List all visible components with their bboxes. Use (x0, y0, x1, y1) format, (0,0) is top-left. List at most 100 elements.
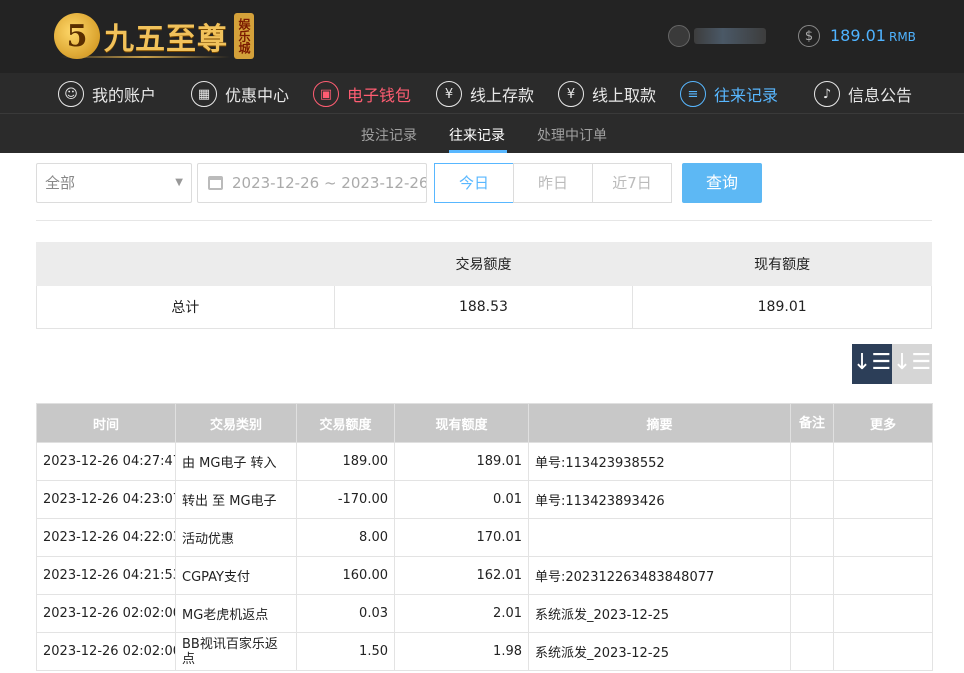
tab-bet-records[interactable]: 投注记录 (361, 125, 417, 145)
cell-remark (790, 442, 834, 481)
nav-item-promotions[interactable]: ▦ 优惠中心 (191, 80, 289, 108)
cell-type: MG老虎机返点 (175, 594, 297, 633)
nav-label: 信息公告 (848, 86, 913, 105)
records-icon: ≡ (680, 81, 706, 107)
calendar-icon (208, 176, 223, 190)
quick-7days-button[interactable]: 近7日 (592, 163, 672, 203)
summary-header-current: 现有额度 (632, 242, 932, 286)
summary-total-row: 总计 188.53 189.01 (36, 285, 932, 329)
nav-item-wallet[interactable]: ▣ 电子钱包 (313, 80, 411, 108)
user-icon: ☺ (58, 81, 84, 107)
cell-remark (790, 594, 834, 633)
header-type: 交易类别 (175, 403, 297, 443)
cell-more[interactable] (833, 480, 933, 519)
tab-pending-orders[interactable]: 处理中订单 (537, 125, 607, 145)
cell-balance: 170.01 (394, 518, 529, 557)
site-logo[interactable]: 5 九五至尊 娱乐城 (54, 10, 254, 62)
header-more: 更多 (833, 403, 933, 443)
nav-item-withdraw[interactable]: ¥ 线上取款 (558, 80, 656, 108)
nav-label: 线上取款 (592, 86, 657, 105)
main-nav: ☺ 我的账户 ▦ 优惠中心 ▣ 电子钱包 ¥ 线上存款 ¥ 线上取款 ≡ 往来记… (0, 73, 964, 114)
tab-transaction-records[interactable]: 往来记录 (449, 125, 505, 145)
cell-remark (790, 556, 834, 595)
cell-more[interactable] (833, 442, 933, 481)
cell-type: 转出 至 MG电子 (175, 480, 297, 519)
table-row: 2023-12-26 04:22:03 活动优惠 8.00 170.01 (36, 518, 933, 557)
nav-label: 我的账户 (92, 86, 157, 105)
cell-more[interactable] (833, 518, 933, 557)
query-button[interactable]: 查询 (682, 163, 762, 203)
cell-remark (790, 518, 834, 557)
table-row: 2023-12-26 02:02:00 BB视讯百家乐返点 1.50 1.98 … (36, 632, 933, 671)
cell-more[interactable] (833, 632, 933, 671)
bell-icon: ♪ (814, 81, 840, 107)
header-summary: 摘要 (528, 403, 791, 443)
table-row: 2023-12-26 04:27:47 由 MG电子 转入 189.00 189… (36, 442, 933, 481)
table-row: 2023-12-26 04:21:53 CGPAY支付 160.00 162.0… (36, 556, 933, 595)
cell-balance: 0.01 (394, 480, 529, 519)
sort-asc-button[interactable]: ↓☰ (892, 344, 932, 384)
avatar-icon (668, 25, 690, 47)
divider (36, 220, 932, 221)
cell-summary: 单号:113423893426 (528, 480, 791, 519)
logo-underline (60, 56, 230, 58)
cell-summary: 单号:113423938552 (528, 442, 791, 481)
deposit-icon: ¥ (436, 81, 462, 107)
top-header: 5 九五至尊 娱乐城 $ 189.01 RMB (0, 0, 964, 73)
cell-summary: 系统派发_2023-12-25 (528, 632, 791, 671)
active-tab-indicator (449, 150, 507, 153)
cell-amount: 0.03 (296, 594, 395, 633)
cell-balance: 162.01 (394, 556, 529, 595)
cell-time: 2023-12-26 04:21:53 (36, 556, 176, 595)
table-row: 2023-12-26 04:23:07 转出 至 MG电子 -170.00 0.… (36, 480, 933, 519)
user-area[interactable] (668, 24, 766, 48)
cell-amount: 160.00 (296, 556, 395, 595)
records-table: 时间 交易类别 交易额度 现有额度 摘要 备注 更多 2023-12-26 04… (36, 403, 933, 671)
cell-type: 由 MG电子 转入 (175, 442, 297, 481)
nav-item-deposit[interactable]: ¥ 线上存款 (436, 80, 534, 108)
quick-today-button[interactable]: 今日 (434, 163, 514, 203)
nav-item-records[interactable]: ≡ 往来记录 (680, 80, 778, 108)
sort-desc-button[interactable]: ↓☰ (852, 344, 892, 384)
cell-more[interactable] (833, 556, 933, 595)
type-select[interactable]: 全部 ▼ (36, 163, 192, 203)
summary-current-total: 189.01 (632, 285, 932, 329)
cell-time: 2023-12-26 02:02:00 (36, 594, 176, 633)
date-range-input[interactable]: 2023-12-26 ~ 2023-12-26 (197, 163, 427, 203)
summary-table: 交易额度 现有额度 总计 188.53 189.01 (36, 242, 932, 329)
cell-amount: 8.00 (296, 518, 395, 557)
cell-time: 2023-12-26 04:27:47 (36, 442, 176, 481)
caret-down-icon: ▼ (175, 177, 183, 188)
balance-display: 189.01 RMB (830, 26, 916, 45)
quick-yesterday-button[interactable]: 昨日 (513, 163, 593, 203)
summary-header-blank (36, 242, 335, 286)
username-masked (694, 28, 766, 44)
cell-remark (790, 632, 834, 671)
cell-time: 2023-12-26 02:02:00 (36, 632, 176, 671)
balance-value: 189.01 (830, 26, 886, 45)
header-time: 时间 (36, 403, 176, 443)
summary-header-row: 交易额度 现有额度 (36, 242, 932, 286)
table-row: 2023-12-26 02:02:00 MG老虎机返点 0.03 2.01 系统… (36, 594, 933, 633)
logo-text: 九五至尊 (104, 22, 228, 57)
header-balance: 现有额度 (394, 403, 529, 443)
cell-balance: 189.01 (394, 442, 529, 481)
sort-asc-icon: ↓☰ (892, 350, 932, 375)
nav-item-announcements[interactable]: ♪ 信息公告 (814, 80, 912, 108)
coin-icon: $ (798, 25, 820, 47)
nav-label: 往来记录 (714, 86, 779, 105)
cell-summary: 系统派发_2023-12-25 (528, 594, 791, 633)
cell-more[interactable] (833, 594, 933, 633)
logo-mark: 5 (54, 13, 100, 59)
summary-header-trade: 交易额度 (333, 242, 634, 286)
logo-badge: 娱乐城 (234, 13, 254, 59)
nav-item-account[interactable]: ☺ 我的账户 (58, 80, 156, 108)
cell-time: 2023-12-26 04:22:03 (36, 518, 176, 557)
nav-label: 优惠中心 (225, 86, 290, 105)
records-header-row: 时间 交易类别 交易额度 现有额度 摘要 备注 更多 (36, 403, 933, 443)
cell-balance: 1.98 (394, 632, 529, 671)
cell-type: 活动优惠 (175, 518, 297, 557)
balance-unit: RMB (888, 30, 916, 44)
cell-type: CGPAY支付 (175, 556, 297, 595)
nav-label: 线上存款 (470, 86, 535, 105)
